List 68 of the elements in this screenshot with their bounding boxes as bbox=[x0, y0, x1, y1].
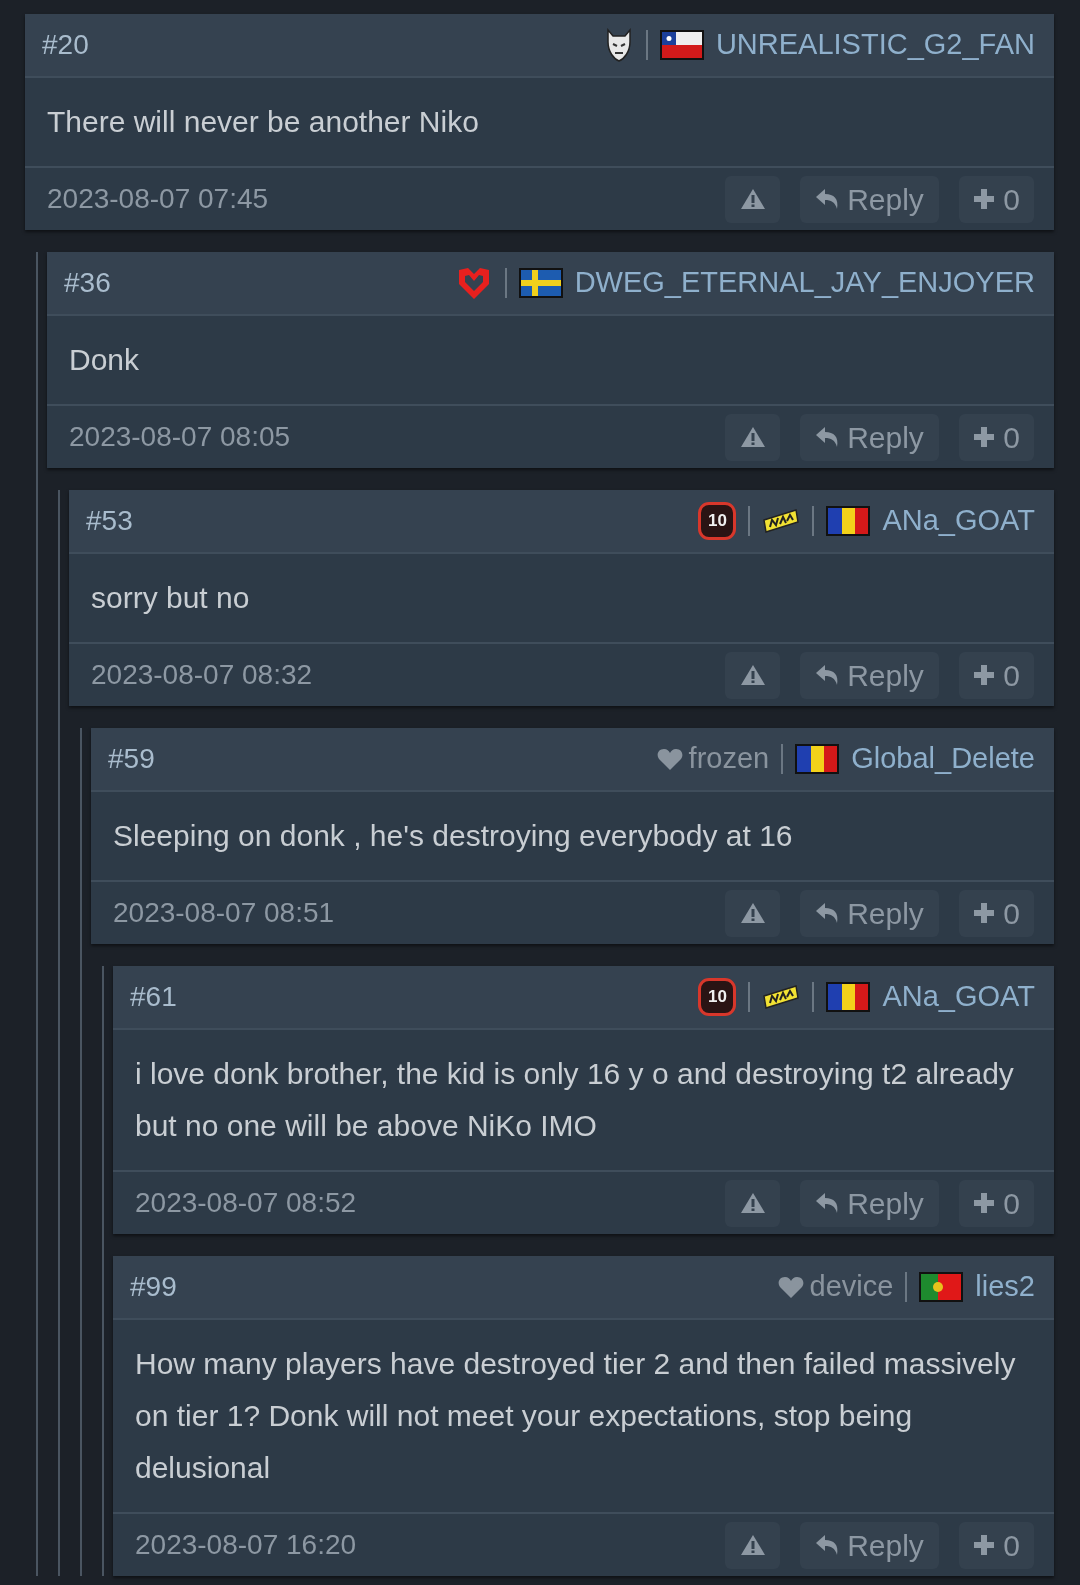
reply-button[interactable]: Reply bbox=[800, 1521, 939, 1569]
warning-icon bbox=[739, 1534, 766, 1556]
username-link[interactable]: Global_Delete bbox=[851, 737, 1035, 781]
plus-icon bbox=[973, 1534, 996, 1556]
upvote-button[interactable]: 0 bbox=[959, 1521, 1034, 1569]
reply-button[interactable]: Reply bbox=[800, 889, 939, 937]
reply-button[interactable]: Reply bbox=[800, 175, 939, 223]
post-timestamp: 2023-08-07 08:05 bbox=[69, 420, 291, 454]
username-link[interactable]: ANa_GOAT bbox=[882, 975, 1035, 1019]
post-number: #59 bbox=[108, 742, 155, 776]
upvote-button[interactable]: 0 bbox=[959, 651, 1034, 699]
reply-button[interactable]: Reply bbox=[800, 651, 939, 699]
post-number: #36 bbox=[64, 266, 111, 300]
heart-icon bbox=[656, 747, 683, 771]
warning-icon bbox=[739, 188, 766, 210]
post-number: #20 bbox=[42, 28, 89, 62]
username-link[interactable]: ANa_GOAT bbox=[882, 499, 1035, 543]
level-badge: 10 bbox=[698, 978, 737, 1016]
post-timestamp: 2023-08-07 16:20 bbox=[135, 1528, 357, 1562]
fan-label: device bbox=[809, 1269, 894, 1305]
plus-icon bbox=[973, 426, 996, 448]
reply-button[interactable]: Reply bbox=[800, 1179, 939, 1227]
report-button[interactable] bbox=[725, 889, 780, 937]
plus-icon bbox=[973, 188, 996, 210]
username-link[interactable]: lies2 bbox=[975, 1265, 1035, 1309]
upvote-button[interactable]: 0 bbox=[959, 889, 1034, 937]
upvote-button[interactable]: 0 bbox=[959, 1179, 1034, 1227]
flag-icon bbox=[518, 268, 563, 298]
report-button[interactable] bbox=[725, 1179, 780, 1227]
flag-icon bbox=[795, 744, 840, 774]
flag-icon bbox=[919, 1272, 964, 1302]
team-logo-icon bbox=[762, 984, 801, 1010]
flag-icon bbox=[659, 30, 704, 60]
report-button[interactable] bbox=[725, 413, 780, 461]
warning-icon bbox=[739, 902, 766, 924]
post-timestamp: 2023-08-07 07:45 bbox=[47, 182, 269, 216]
team-logo-icon bbox=[762, 508, 801, 534]
post-text: sorry but no bbox=[69, 554, 1054, 644]
post-number: #61 bbox=[130, 980, 177, 1014]
post-text: Sleeping on donk , he's destroying everybody at 16 bbox=[91, 792, 1054, 882]
post-text: How many players have destroyed tier 2 and then failed massively on tier 1? Donk will not meet your expectations, stop being delusional bbox=[113, 1320, 1054, 1514]
warning-icon bbox=[739, 664, 766, 686]
username-link[interactable]: DWEG_ETERNAL_JAY_ENJOYER bbox=[574, 261, 1035, 305]
flag-icon bbox=[826, 982, 871, 1012]
post-number: #53 bbox=[86, 504, 133, 538]
level-badge: 10 bbox=[698, 502, 737, 540]
post-text: There will never be another Niko bbox=[25, 78, 1054, 168]
warning-icon bbox=[739, 1192, 766, 1214]
flag-icon bbox=[826, 506, 871, 536]
warning-icon bbox=[739, 426, 766, 448]
post-timestamp: 2023-08-07 08:52 bbox=[135, 1186, 357, 1220]
reply-button[interactable]: Reply bbox=[800, 413, 939, 461]
report-button[interactable] bbox=[725, 1521, 780, 1569]
plus-icon bbox=[973, 902, 996, 924]
plus-icon bbox=[973, 664, 996, 686]
post-text: i love donk brother, the kid is only 16 y o and destroying t2 already but no one will be above NiKo IMO bbox=[113, 1030, 1054, 1172]
plus-icon bbox=[973, 1192, 996, 1214]
post-text: Donk bbox=[47, 316, 1054, 406]
post-number: #99 bbox=[130, 1270, 177, 1304]
post-timestamp: 2023-08-07 08:51 bbox=[113, 896, 335, 930]
heart-icon bbox=[777, 1275, 804, 1299]
report-button[interactable] bbox=[725, 175, 780, 223]
upvote-button[interactable]: 0 bbox=[959, 175, 1034, 223]
upvote-button[interactable]: 0 bbox=[959, 413, 1034, 461]
post-timestamp: 2023-08-07 08:32 bbox=[91, 658, 313, 692]
fan-label: frozen bbox=[688, 741, 770, 777]
report-button[interactable] bbox=[725, 651, 780, 699]
username-link[interactable]: UNREALISTIC_G2_FAN bbox=[715, 23, 1035, 67]
